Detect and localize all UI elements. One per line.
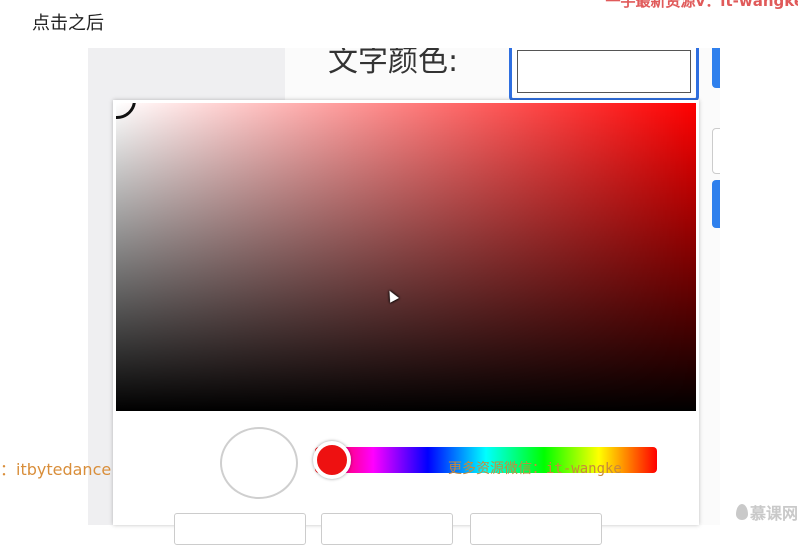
mouse-cursor-icon <box>385 288 399 303</box>
color-mode-box-2[interactable] <box>321 513 453 545</box>
text-color-label: 文字颜色: <box>328 48 459 79</box>
saturation-brightness-handle[interactable] <box>116 103 136 119</box>
page-caption: 点击之后 <box>32 13 104 34</box>
side-button-2[interactable] <box>712 128 720 174</box>
color-mode-box-3[interactable] <box>470 513 602 545</box>
flame-icon <box>735 504 748 520</box>
text-color-swatch <box>517 50 691 93</box>
brand-text: 慕课网 <box>749 504 798 523</box>
color-mode-box-1[interactable] <box>174 513 306 545</box>
watermark-middle: 更多资源微信：it-wangke <box>448 461 622 477</box>
saturation-brightness-area[interactable] <box>116 103 696 411</box>
watermark-left: ：itbytedance <box>0 460 112 479</box>
color-preview-swatch <box>220 427 298 499</box>
hue-slider-thumb[interactable] <box>313 441 351 479</box>
watermark-top: 一手最新资源v：it-wangke <box>605 0 798 10</box>
text-color-field[interactable] <box>509 48 699 101</box>
side-button-1[interactable] <box>712 48 720 88</box>
side-button-3[interactable] <box>712 180 720 228</box>
brand-logo: 慕课网 <box>735 500 798 524</box>
